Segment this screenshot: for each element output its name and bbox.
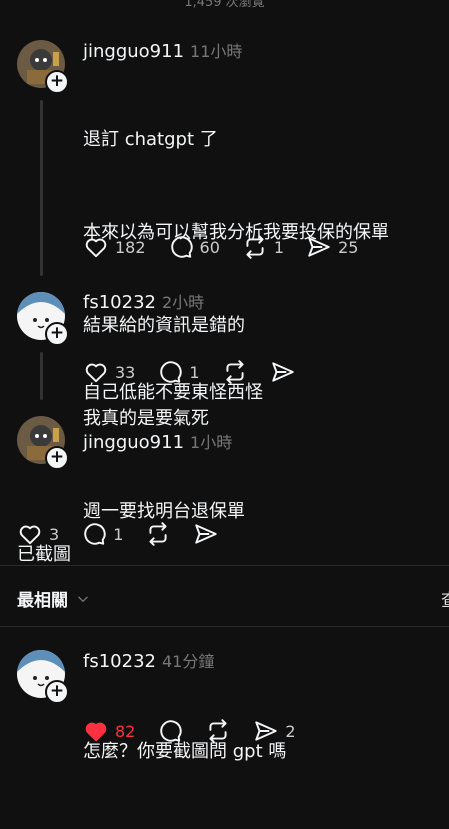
repost-icon — [149, 522, 167, 546]
view-activity-link[interactable]: 查 — [441, 586, 449, 611]
like-button[interactable]: 182 — [83, 234, 146, 260]
repost-icon — [209, 719, 227, 743]
heart-icon — [85, 722, 107, 742]
repost-icon — [225, 360, 244, 384]
share-count: 2 — [285, 721, 296, 741]
repost-icon — [246, 235, 264, 259]
comment-button[interactable] — [157, 718, 183, 744]
chevron-down-icon — [78, 596, 88, 602]
comment-count: 1 — [113, 524, 124, 544]
timestamp: 2小時 — [161, 293, 205, 312]
avatar[interactable]: + — [17, 650, 69, 704]
comment-button[interactable]: 1 — [157, 359, 200, 385]
divider — [0, 626, 449, 627]
comment-icon — [160, 720, 182, 742]
follow-plus-icon[interactable]: + — [45, 322, 69, 346]
sort-label: 最相關 — [17, 591, 68, 611]
like-count: 82 — [115, 721, 136, 741]
comment-button[interactable]: 1 — [81, 521, 123, 547]
comment-count: 1 — [189, 362, 200, 382]
repost-count: 1 — [273, 237, 285, 257]
like-count: 3 — [49, 524, 60, 544]
share-icon — [195, 524, 218, 544]
action-bar: 33 1 — [83, 359, 318, 385]
divider — [0, 565, 449, 566]
repost-button[interactable]: 1 — [242, 234, 284, 260]
timestamp: 11小時 — [190, 42, 243, 61]
share-button[interactable] — [270, 359, 296, 385]
thread-line — [40, 352, 43, 400]
comment-button[interactable]: 60 — [168, 234, 220, 260]
like-button[interactable]: 3 — [17, 521, 59, 547]
timestamp: 41分鐘 — [161, 652, 215, 671]
like-count: 182 — [115, 237, 146, 257]
follow-plus-icon[interactable]: + — [45, 446, 69, 470]
action-bar: 82 2 — [83, 718, 318, 744]
thread-line — [40, 100, 43, 276]
like-button[interactable]: 82 — [83, 718, 135, 744]
share-count: 25 — [338, 237, 359, 257]
heart-icon — [85, 238, 107, 258]
username[interactable]: fs10232 — [83, 651, 156, 672]
post-text-line: 退訂 chatgpt 了 — [83, 129, 218, 150]
comment-icon — [84, 523, 106, 545]
action-bar: 3 1 — [17, 521, 241, 547]
share-icon — [308, 237, 330, 257]
share-button[interactable]: 2 — [253, 718, 296, 744]
like-count: 33 — [115, 362, 136, 382]
follow-plus-icon[interactable]: + — [45, 680, 69, 704]
username[interactable]: jingguo911 — [83, 432, 184, 453]
username[interactable]: jingguo911 — [83, 41, 184, 62]
comment-count: 60 — [199, 237, 220, 257]
view-count: 1,459 次瀏覽 — [184, 0, 265, 10]
repost-button[interactable] — [145, 521, 171, 547]
heart-icon — [19, 525, 41, 545]
like-button[interactable]: 33 — [83, 359, 135, 385]
sort-dropdown[interactable]: 最相關 — [17, 586, 90, 611]
share-button[interactable]: 25 — [306, 234, 358, 260]
avatar[interactable]: + — [17, 416, 69, 470]
username[interactable]: fs10232 — [83, 292, 156, 313]
action-bar: 182 60 1 25 — [83, 234, 380, 260]
heart-icon — [85, 363, 107, 383]
share-icon — [271, 362, 294, 382]
comment-icon — [170, 236, 193, 258]
avatar[interactable]: + — [17, 40, 69, 94]
avatar[interactable]: + — [17, 292, 69, 346]
comment-icon — [160, 361, 182, 383]
repost-button[interactable] — [222, 359, 248, 385]
follow-plus-icon[interactable]: + — [45, 70, 69, 94]
repost-button[interactable] — [205, 718, 231, 744]
share-button[interactable] — [193, 521, 219, 547]
timestamp: 1小時 — [190, 433, 233, 452]
share-icon — [255, 721, 278, 741]
